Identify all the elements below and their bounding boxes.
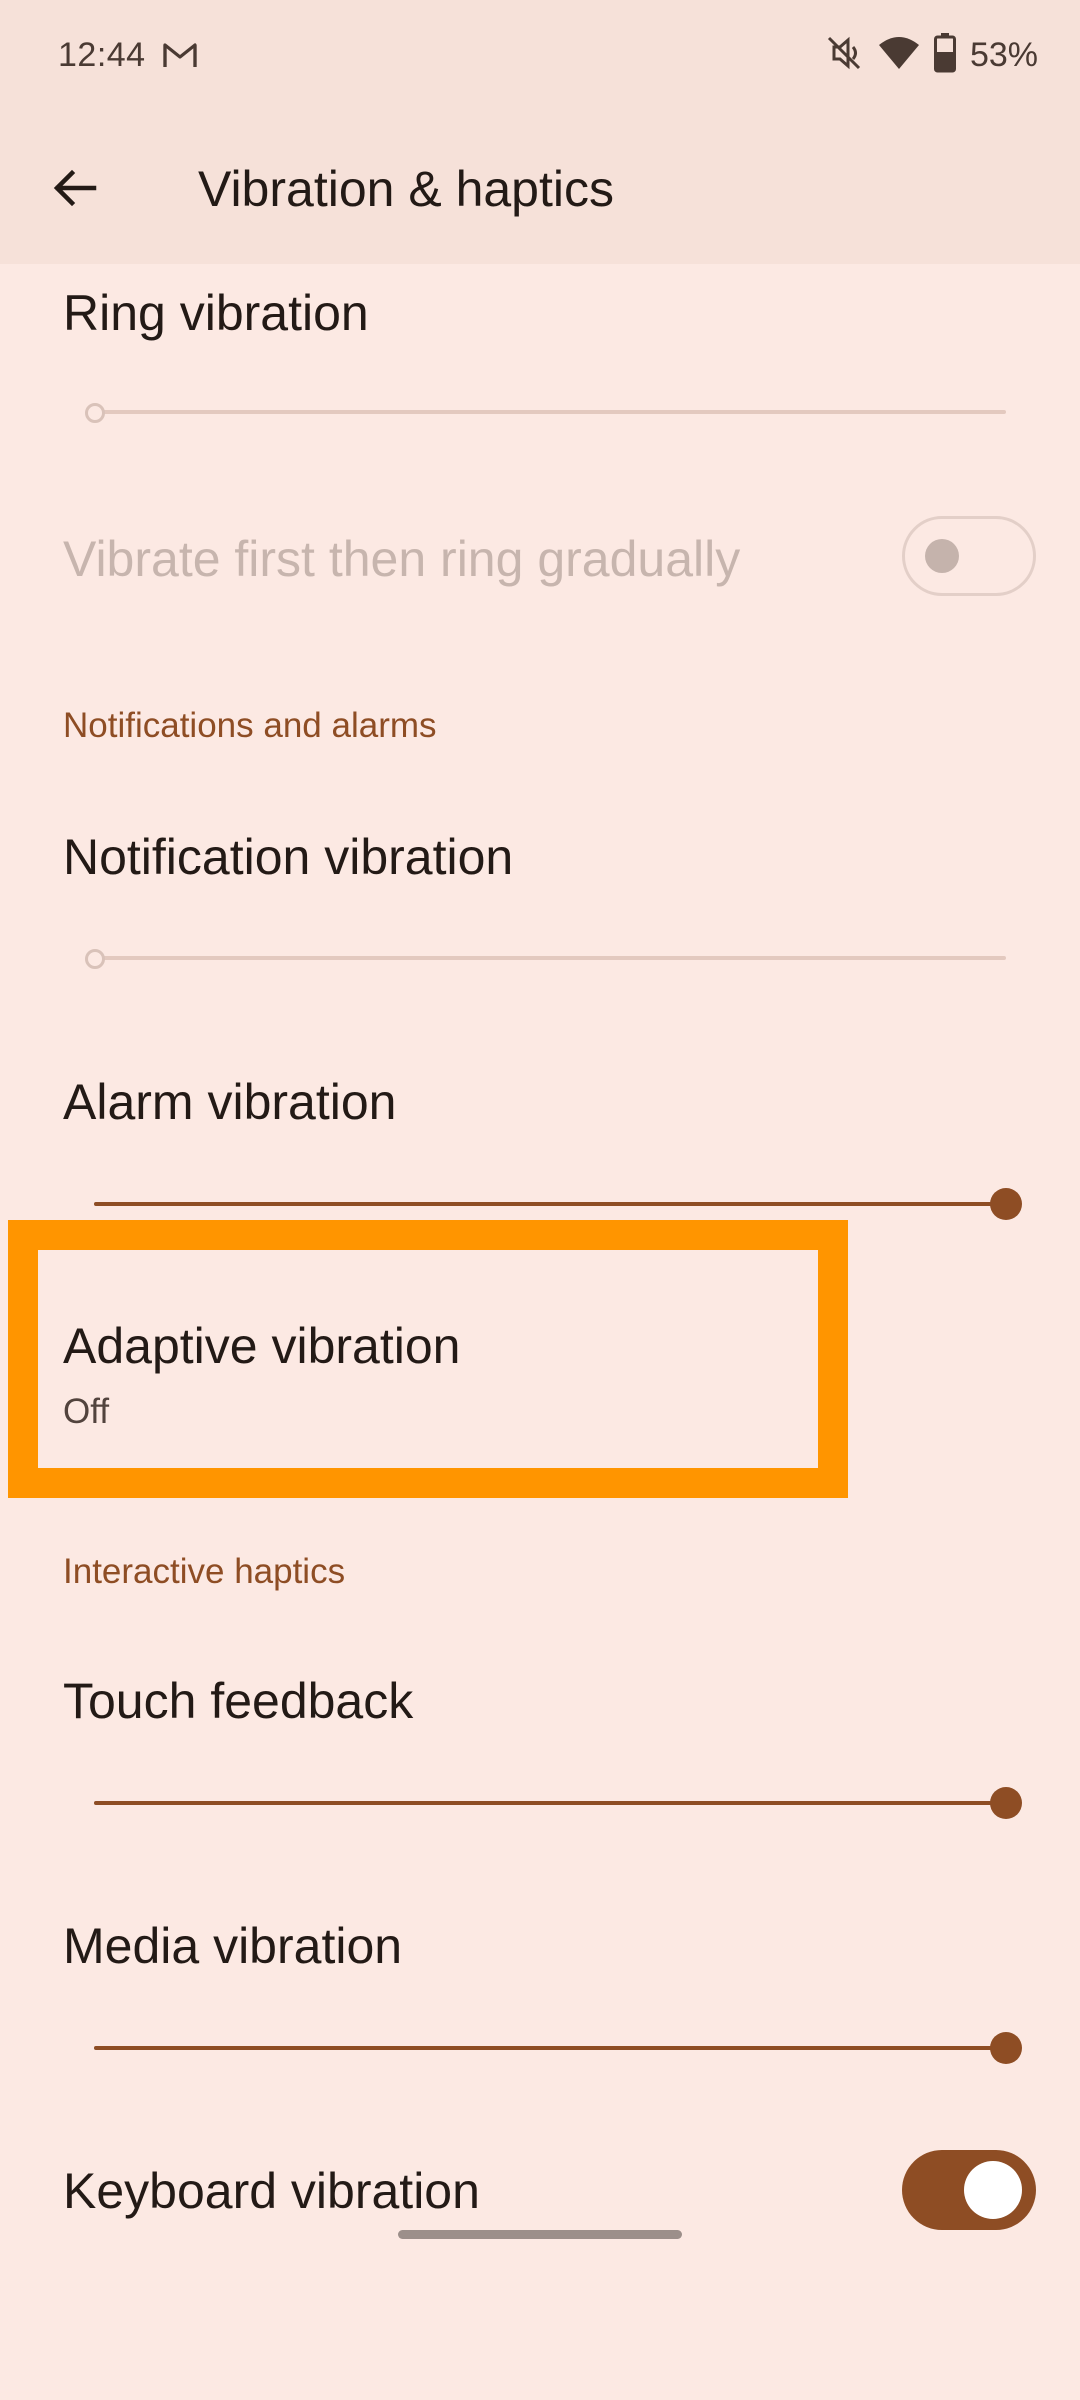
slider-thumb[interactable] xyxy=(990,1787,1022,1819)
keyboard-vibration-title: Keyboard vibration xyxy=(63,2163,480,2219)
battery-icon xyxy=(933,32,956,78)
alarm-vibration-title: Alarm vibration xyxy=(63,1074,397,1130)
status-time: 12:44 xyxy=(58,36,146,74)
slider-thumb[interactable] xyxy=(85,403,105,423)
slider-fill xyxy=(94,1801,1006,1805)
ring-vibration-title: Ring vibration xyxy=(63,285,369,341)
switch-knob xyxy=(925,539,959,573)
status-icons: 53% xyxy=(824,32,1038,78)
media-vibration-title: Media vibration xyxy=(63,1918,403,1974)
status-bar: 12:44 53% xyxy=(0,0,1080,118)
app-bar: Vibration & haptics xyxy=(0,118,1080,264)
notification-vibration-slider[interactable] xyxy=(80,938,1020,978)
battery-percent: 53% xyxy=(969,35,1038,74)
arrow-back-icon xyxy=(50,164,98,217)
vibrate-first-title: Vibrate first then ring gradually xyxy=(63,531,741,587)
switch-knob xyxy=(964,2161,1022,2219)
adaptive-vibration-summary: Off xyxy=(63,1392,110,1431)
section-header-interactive: Interactive haptics xyxy=(63,1552,346,1591)
mute-vibrate-icon xyxy=(824,33,864,78)
slider-thumb[interactable] xyxy=(85,949,105,969)
section-header-notifications: Notifications and alarms xyxy=(63,706,437,745)
gmail-icon xyxy=(162,40,198,70)
touch-feedback-title: Touch feedback xyxy=(63,1673,414,1729)
adaptive-vibration-title: Adaptive vibration xyxy=(63,1318,461,1374)
touch-feedback-slider[interactable] xyxy=(80,1783,1022,1823)
ring-vibration-slider[interactable] xyxy=(80,392,1020,432)
slider-thumb[interactable] xyxy=(990,1188,1022,1220)
slider-fill xyxy=(94,1202,1006,1206)
alarm-vibration-slider[interactable] xyxy=(80,1184,1022,1224)
back-button[interactable] xyxy=(38,154,110,226)
wifi-icon xyxy=(878,35,920,76)
slider-track xyxy=(94,410,1006,414)
vibrate-first-switch[interactable] xyxy=(902,516,1036,596)
media-vibration-slider[interactable] xyxy=(80,2028,1022,2068)
slider-track xyxy=(94,956,1006,960)
slider-thumb[interactable] xyxy=(990,2032,1022,2064)
slider-fill xyxy=(94,2046,1006,2050)
keyboard-vibration-switch[interactable] xyxy=(902,2150,1036,2230)
page-title: Vibration & haptics xyxy=(198,161,614,217)
notification-vibration-title: Notification vibration xyxy=(63,829,514,885)
gesture-nav-handle[interactable] xyxy=(398,2230,682,2239)
